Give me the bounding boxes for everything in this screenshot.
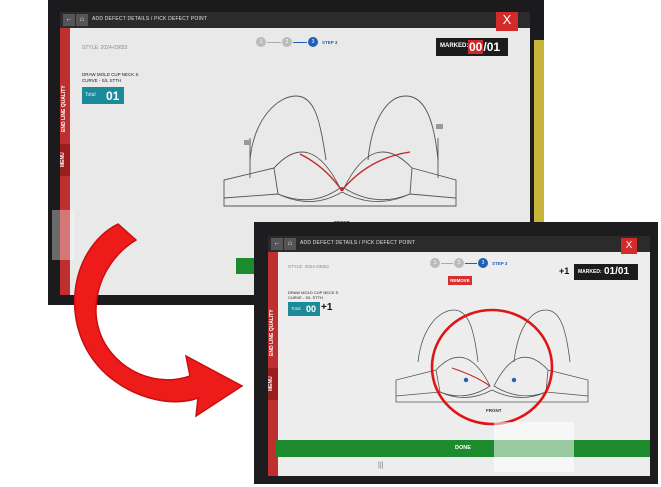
done-label: DONE bbox=[455, 445, 471, 451]
close-button[interactable]: X bbox=[621, 238, 637, 254]
defect-description-line: CURVE - S/L STTH bbox=[288, 295, 323, 300]
step-line bbox=[267, 42, 281, 43]
counter-label: Total bbox=[291, 306, 301, 311]
step-line bbox=[293, 42, 307, 43]
step-indicator: 1 2 3 STEP 3 bbox=[430, 258, 540, 270]
android-nav-bar: ||| bbox=[378, 462, 383, 469]
menu-button[interactable]: MENU bbox=[60, 144, 70, 176]
defect-description: DRAW MOLD CUP NECK S CURVE - S/L STTH bbox=[288, 290, 338, 300]
marked-value-group: 00/01 bbox=[468, 40, 500, 54]
right-side bbox=[411, 167, 457, 198]
step-dot-active: 3 bbox=[478, 258, 488, 268]
marked-counter: MARKED: 00/01 bbox=[436, 38, 508, 56]
screen-glare bbox=[494, 422, 574, 472]
left-side bbox=[223, 167, 275, 198]
style-label: STYLE: 2024-03653 bbox=[82, 45, 128, 51]
counter-value: 01 bbox=[106, 89, 120, 103]
close-icon: X bbox=[625, 240, 633, 251]
back-arrow-icon[interactable]: ← bbox=[63, 14, 75, 26]
style-label: STYLE: 2024-03653 bbox=[288, 264, 329, 269]
marked-value: 01 bbox=[604, 266, 616, 277]
curved-arrow-icon bbox=[74, 223, 244, 418]
remove-button[interactable]: REMOVE bbox=[448, 276, 472, 285]
step-dot: 2 bbox=[282, 37, 292, 47]
home-icon[interactable]: ⌂ bbox=[76, 14, 88, 26]
garment-diagram[interactable] bbox=[220, 88, 466, 218]
marked-label: MARKED: bbox=[440, 43, 469, 49]
done-button[interactable]: DONE bbox=[276, 440, 650, 457]
defect-description: DRAW MOLD CUP NECK S CURVE - S/L STTH bbox=[82, 72, 139, 83]
defect-description-line: CURVE - S/L STTH bbox=[82, 77, 122, 83]
sidebar-title: END LINE QUALITY bbox=[61, 85, 67, 132]
step-indicator: 1 2 3 STEP 3 bbox=[256, 37, 376, 49]
tablet-photo-after: ← ⌂ ADD DEFECT DETAILS / PICK DEFECT POI… bbox=[254, 222, 658, 484]
step-dot: 2 bbox=[454, 258, 464, 268]
close-icon: X bbox=[502, 12, 512, 27]
marked-value-group: 01/01 bbox=[604, 266, 629, 277]
defect-point-icon bbox=[340, 187, 344, 191]
marked-label: MARKED: bbox=[578, 269, 602, 275]
back-arrow-icon[interactable]: ← bbox=[271, 238, 283, 250]
left-strap bbox=[249, 95, 327, 161]
step-dot-active: 3 bbox=[308, 37, 318, 47]
counter-plus-one: +1 bbox=[321, 302, 333, 313]
counter-label: Total bbox=[85, 92, 96, 98]
header-title: ADD DEFECT DETAILS / PICK DEFECT POINT bbox=[92, 16, 208, 22]
tutorial-composite: ← ⌂ ADD DEFECT DETAILS / PICK DEFECT POI… bbox=[0, 0, 661, 487]
tablet-screen-after: ← ⌂ ADD DEFECT DETAILS / PICK DEFECT POI… bbox=[268, 236, 650, 476]
step-line bbox=[441, 263, 453, 264]
defect-description-line: DRAW MOLD CUP NECK S bbox=[82, 72, 139, 77]
header-title: ADD DEFECT DETAILS / PICK DEFECT POINT bbox=[300, 240, 416, 246]
sidebar-title: END LINE QUALITY bbox=[269, 309, 275, 356]
step-label: STEP 3 bbox=[492, 261, 508, 266]
band bbox=[223, 191, 457, 207]
app-header: ← ⌂ ADD DEFECT DETAILS / PICK DEFECT POI… bbox=[268, 236, 650, 252]
right-cup bbox=[343, 151, 413, 201]
right-strap bbox=[367, 95, 439, 161]
counter-value: 00 bbox=[306, 304, 317, 314]
plus-one-indicator: +1 bbox=[559, 266, 570, 276]
marked-total: /01 bbox=[615, 266, 630, 277]
marked-counter: MARKED: 01/01 bbox=[574, 264, 638, 280]
step-dot: 1 bbox=[430, 258, 440, 268]
marked-value: 00 bbox=[468, 40, 484, 54]
defect-counter[interactable]: Total 01 bbox=[82, 87, 124, 104]
highlight-circle-icon bbox=[430, 308, 554, 426]
menu-button[interactable]: MENU bbox=[268, 368, 278, 400]
left-hook bbox=[244, 140, 251, 145]
recent-apps-icon[interactable]: ||| bbox=[378, 462, 383, 469]
step-dot: 1 bbox=[256, 37, 266, 47]
step-line bbox=[465, 263, 477, 264]
step-label: STEP 3 bbox=[322, 40, 338, 45]
app-header: ← ⌂ ADD DEFECT DETAILS / PICK DEFECT POI… bbox=[60, 12, 530, 28]
marked-total: /01 bbox=[483, 40, 501, 54]
close-button[interactable]: X bbox=[496, 12, 518, 31]
right-hook bbox=[436, 124, 443, 129]
defect-counter[interactable]: Total 00 bbox=[288, 302, 320, 316]
background-object bbox=[534, 40, 544, 230]
home-icon[interactable]: ⌂ bbox=[284, 238, 296, 250]
